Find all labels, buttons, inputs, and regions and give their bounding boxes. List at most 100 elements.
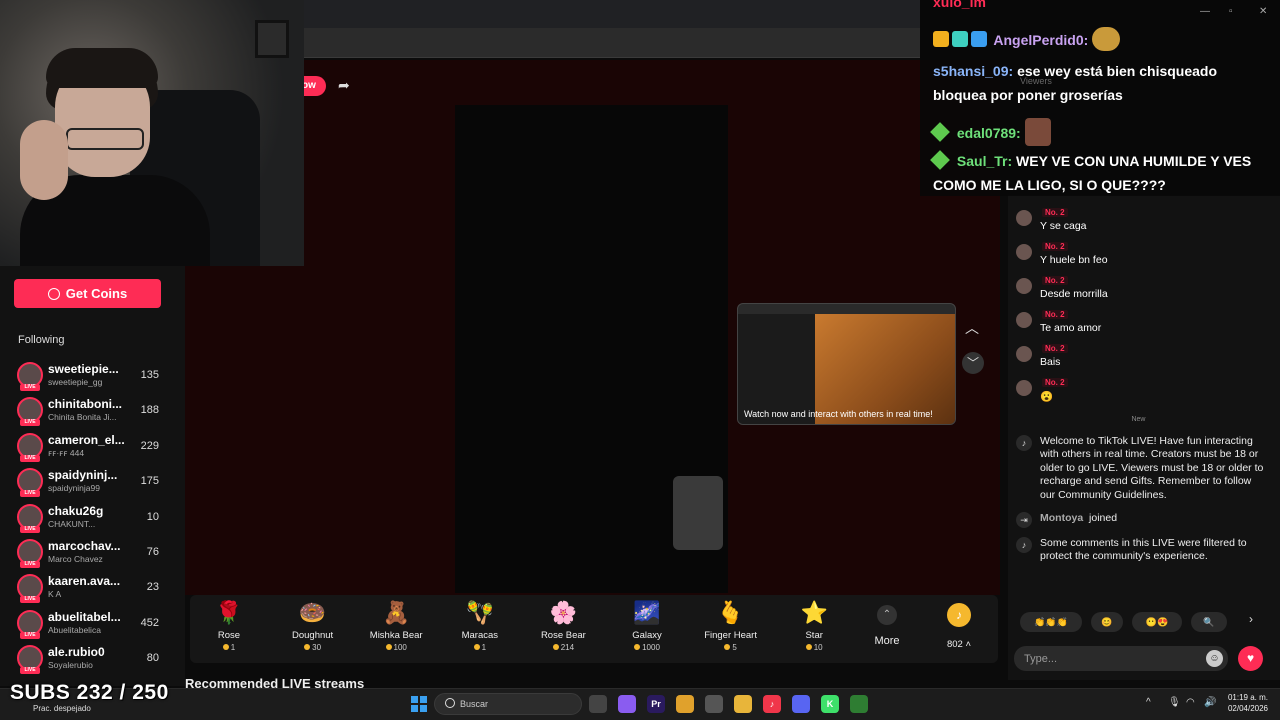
star-icon: ⭐: [800, 600, 828, 625]
chrome-active-icon[interactable]: [850, 695, 868, 713]
discord-icon[interactable]: [792, 695, 810, 713]
minimize-icon[interactable]: —: [1200, 6, 1210, 17]
screen: ow ➦ Get Coins Following LIVE sweetiepie.…: [0, 0, 1280, 720]
browser-address-bar[interactable]: [300, 28, 920, 58]
following-subtitle: spaidyninja99: [48, 483, 100, 494]
quick-reaction-1[interactable]: 👏👏👏: [1020, 612, 1082, 632]
gift-rose-bear[interactable]: 🌸 Rose Bear 214: [528, 599, 598, 652]
overlay-line-1: AngelPerdid0:: [933, 27, 1121, 51]
tray-chevron-icon[interactable]: ^: [1146, 697, 1151, 708]
gift-rose[interactable]: 🌹 Rose 1: [194, 599, 264, 652]
gift-price-value: 100: [393, 643, 407, 652]
close-icon[interactable]: ✕: [1259, 6, 1267, 17]
maximize-icon[interactable]: ▫: [1229, 6, 1233, 17]
following-subtitle: Soyalerubio: [48, 660, 93, 671]
like-heart-icon[interactable]: ♥: [1238, 646, 1263, 671]
joined-line: Montoya joined: [1040, 512, 1268, 525]
viewer-count: 188: [140, 404, 159, 417]
viewer-count: 135: [140, 369, 159, 381]
following-item[interactable]: LIVE cameron_el... ꜰꜰ·ꜰꜰ 444 229: [15, 429, 180, 464]
gift-price: 30: [278, 643, 348, 652]
kick-icon[interactable]: K: [821, 695, 839, 713]
quick-reaction-3[interactable]: 😶😍: [1132, 612, 1182, 632]
avatar[interactable]: [1016, 210, 1032, 226]
settings-icon[interactable]: [705, 695, 723, 713]
rose-icon: 🌹: [215, 600, 243, 625]
live-badge: LIVE: [20, 454, 40, 462]
gift-maracas[interactable]: 🪇 Maracas 1: [445, 599, 515, 652]
gift-finger-heart[interactable]: 🫰 Finger Heart 5: [696, 599, 766, 652]
chat-input[interactable]: [1014, 646, 1228, 671]
wifi-icon[interactable]: ◠: [1186, 697, 1195, 708]
following-item[interactable]: LIVE ale.rubio0 Soyalerubio 80: [15, 641, 180, 676]
more-label: More: [874, 635, 900, 647]
gift-name: Doughnut: [291, 630, 334, 641]
coin-icon: [385, 644, 392, 650]
share-icon[interactable]: ➦: [338, 77, 356, 95]
music-icon[interactable]: ♪: [763, 695, 781, 713]
clock[interactable]: 01:19 a. m. 02/04/2026: [1224, 692, 1268, 714]
gift-price: 100: [361, 643, 431, 652]
file-explorer-icon[interactable]: [589, 695, 607, 713]
coin-balance-button[interactable]: ♪ 802 ˄: [924, 599, 994, 650]
enter-icon: ⇥: [1016, 512, 1032, 528]
following-heading: Following: [18, 334, 65, 346]
avatar[interactable]: [1016, 244, 1032, 260]
gift-star[interactable]: ⭐ Star 10: [779, 599, 849, 652]
joined-user[interactable]: Montoya: [1040, 512, 1083, 524]
gift-price: 5: [696, 643, 766, 652]
gift-price: 1: [445, 643, 515, 652]
following-list: LIVE sweetiepie... sweetiepie_gg 135 LIVE chi…: [15, 358, 180, 677]
folder-icon[interactable]: [734, 695, 752, 713]
preview-caption: Watch now and interact with others in re…: [744, 409, 933, 419]
viewer-count: 452: [140, 616, 159, 629]
gift-doughnut[interactable]: 🍩 Doughnut 30: [278, 599, 348, 652]
floating-gift-thumbnail: [673, 476, 723, 550]
coin-icon: [805, 644, 812, 650]
chat-message-text: Te amo amor: [1040, 322, 1102, 334]
gift-name: Rose: [217, 630, 241, 641]
following-item[interactable]: LIVE spaidyninj... spaidyninja99 175: [15, 464, 180, 499]
weather-text[interactable]: Prac. despejado: [33, 704, 91, 713]
chrome-icon[interactable]: [676, 695, 694, 713]
following-item[interactable]: LIVE kaaren.ava... K A 23: [15, 570, 180, 605]
microphone-icon[interactable]: 🎙: [1168, 697, 1181, 708]
following-item[interactable]: LIVE chaku26g CHAKUNT... 10: [15, 500, 180, 535]
taskbar: [0, 688, 1280, 720]
rank-badge: No. 2: [1042, 310, 1068, 319]
taskbar-search[interactable]: Buscar: [434, 693, 582, 715]
chevron-right-icon[interactable]: ›: [1249, 612, 1253, 626]
webcam-overlay: [0, 0, 304, 266]
copilot-icon[interactable]: [618, 695, 636, 713]
welcome-text: Welcome to TikTok LIVE! Have fun interac…: [1040, 435, 1264, 501]
emote-icon: [1092, 27, 1121, 51]
gift-galaxy[interactable]: 🌌 Galaxy 1000: [612, 599, 682, 652]
coin-balance-value: 802: [946, 639, 963, 650]
windows-start-icon[interactable]: [411, 696, 427, 712]
chevron-up-icon[interactable]: ︿: [965, 318, 979, 338]
premiere-icon[interactable]: Pr: [647, 695, 665, 713]
following-item[interactable]: LIVE abuelitabel... Abuelitabelica 452: [15, 606, 180, 641]
avatar[interactable]: [1016, 278, 1032, 294]
gift-bear[interactable]: 🧸 Mishka Bear 100: [361, 599, 431, 652]
quick-reaction-2[interactable]: 😊: [1091, 612, 1123, 632]
following-item[interactable]: LIVE chinitaboni... Chinita Bonita Ji... 18…: [15, 393, 180, 428]
coin-icon: [222, 644, 229, 650]
avatar[interactable]: [1016, 346, 1032, 362]
search-label: Buscar: [460, 699, 489, 709]
more-gifts-button[interactable]: ⌃ More: [852, 599, 922, 647]
search-icon: [445, 698, 455, 708]
emoji-icon[interactable]: ☺: [1206, 650, 1223, 667]
next-live-preview[interactable]: Watch now and interact with others in re…: [737, 303, 956, 425]
volume-icon[interactable]: 🔊: [1204, 697, 1216, 708]
rank-badge: No. 2: [1042, 378, 1068, 387]
get-coins-button[interactable]: Get Coins: [14, 279, 161, 308]
quick-reaction-4[interactable]: 🔍: [1191, 612, 1227, 632]
gift-price-value: 1000: [642, 643, 660, 652]
following-item[interactable]: LIVE marcochav... Marco Chavez 76: [15, 535, 180, 570]
coin-icon: ♪: [947, 603, 971, 627]
chevron-down-icon[interactable]: ﹀: [962, 352, 984, 374]
avatar[interactable]: [1016, 312, 1032, 328]
avatar[interactable]: [1016, 380, 1032, 396]
following-item[interactable]: LIVE sweetiepie... sweetiepie_gg 135: [15, 358, 180, 393]
